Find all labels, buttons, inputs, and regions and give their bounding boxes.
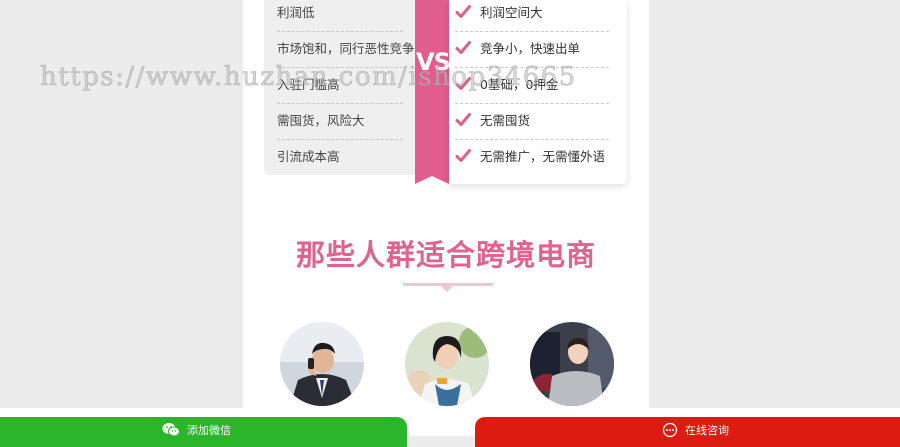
right-item-4: 无需囤货 — [455, 103, 609, 140]
online-consult-button[interactable]: 在线咨询 — [475, 417, 900, 447]
vs-label: VS — [416, 48, 451, 76]
businessman-avatar — [280, 322, 364, 406]
right-item-3: 0基础，0押金 — [455, 67, 609, 104]
young-man-avatar — [530, 322, 614, 406]
comparison-right-panel: 利润空间大 竞争小，快速出单 0基础，0押金 无需囤货 无需推广，无需懂外语 — [449, 0, 627, 184]
left-item-3: 入驻门槛高 — [277, 67, 403, 104]
vs-ribbon — [415, 0, 449, 184]
check-icon — [455, 112, 471, 126]
right-item-label: 无需推广，无需懂外语 — [480, 149, 606, 164]
comparison-left-panel: 利润低 市场饱和，同行恶性竞争 入驻门槛高 需囤货，风险大 引流成本高 — [264, 0, 416, 175]
check-icon — [455, 76, 471, 90]
check-icon — [455, 40, 471, 54]
add-wechat-button[interactable]: 添加微信 — [0, 417, 407, 447]
check-icon — [455, 148, 471, 162]
left-item-2: 市场饱和，同行恶性竞争 — [277, 31, 415, 68]
right-item-1: 利润空间大 — [455, 0, 609, 32]
title-underline-notch — [441, 286, 453, 292]
right-item-label: 无需囤货 — [480, 113, 531, 128]
right-item-2: 竞争小，快速出单 — [455, 31, 609, 68]
section-title: 那些人群适合跨境电商 — [295, 238, 596, 272]
right-item-5: 无需推广，无需懂外语 — [455, 139, 609, 175]
check-icon — [455, 4, 471, 18]
right-item-label: 竞争小，快速出单 — [480, 41, 581, 56]
right-item-label: 利润空间大 — [480, 5, 543, 20]
young-woman-avatar — [405, 322, 489, 406]
left-item-4: 需囤货，风险大 — [277, 103, 403, 140]
left-item-1: 利润低 — [277, 0, 403, 32]
left-item-5: 引流成本高 — [277, 149, 340, 164]
right-item-label: 0基础，0押金 — [480, 77, 559, 92]
